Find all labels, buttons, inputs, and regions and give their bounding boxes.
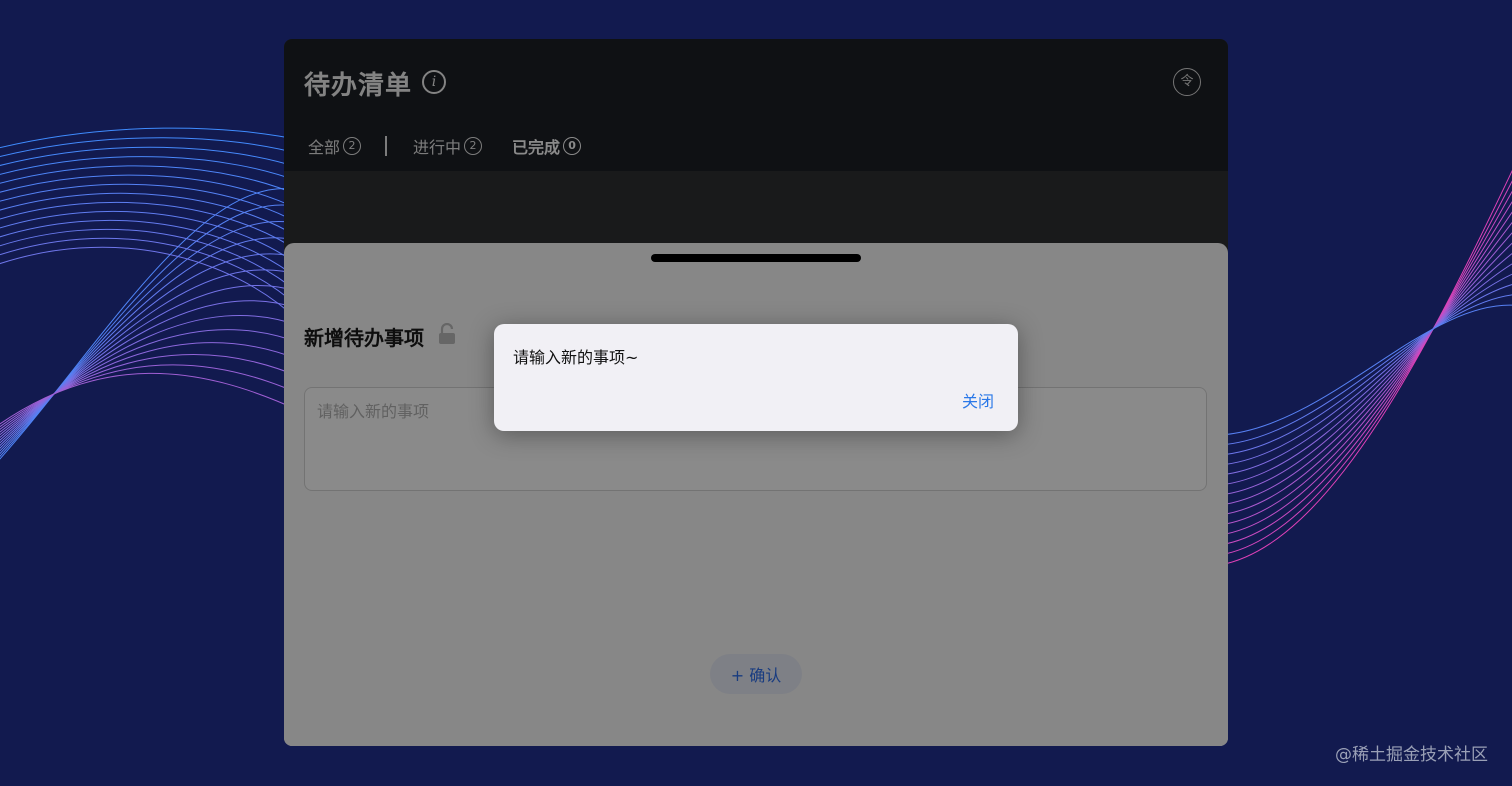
dialog-close-button[interactable]: 关闭	[962, 388, 994, 412]
dialog-message: 请输入新的事项~	[513, 348, 639, 367]
watermark: @稀土掘金技术社区	[1335, 745, 1488, 765]
page-background: 待办清单 i 令 全部 2 进行中 2 已完成 0 新增待办事项 请输入新的事项…	[0, 0, 1512, 786]
alert-dialog: 请输入新的事项~ 关闭	[494, 324, 1018, 431]
